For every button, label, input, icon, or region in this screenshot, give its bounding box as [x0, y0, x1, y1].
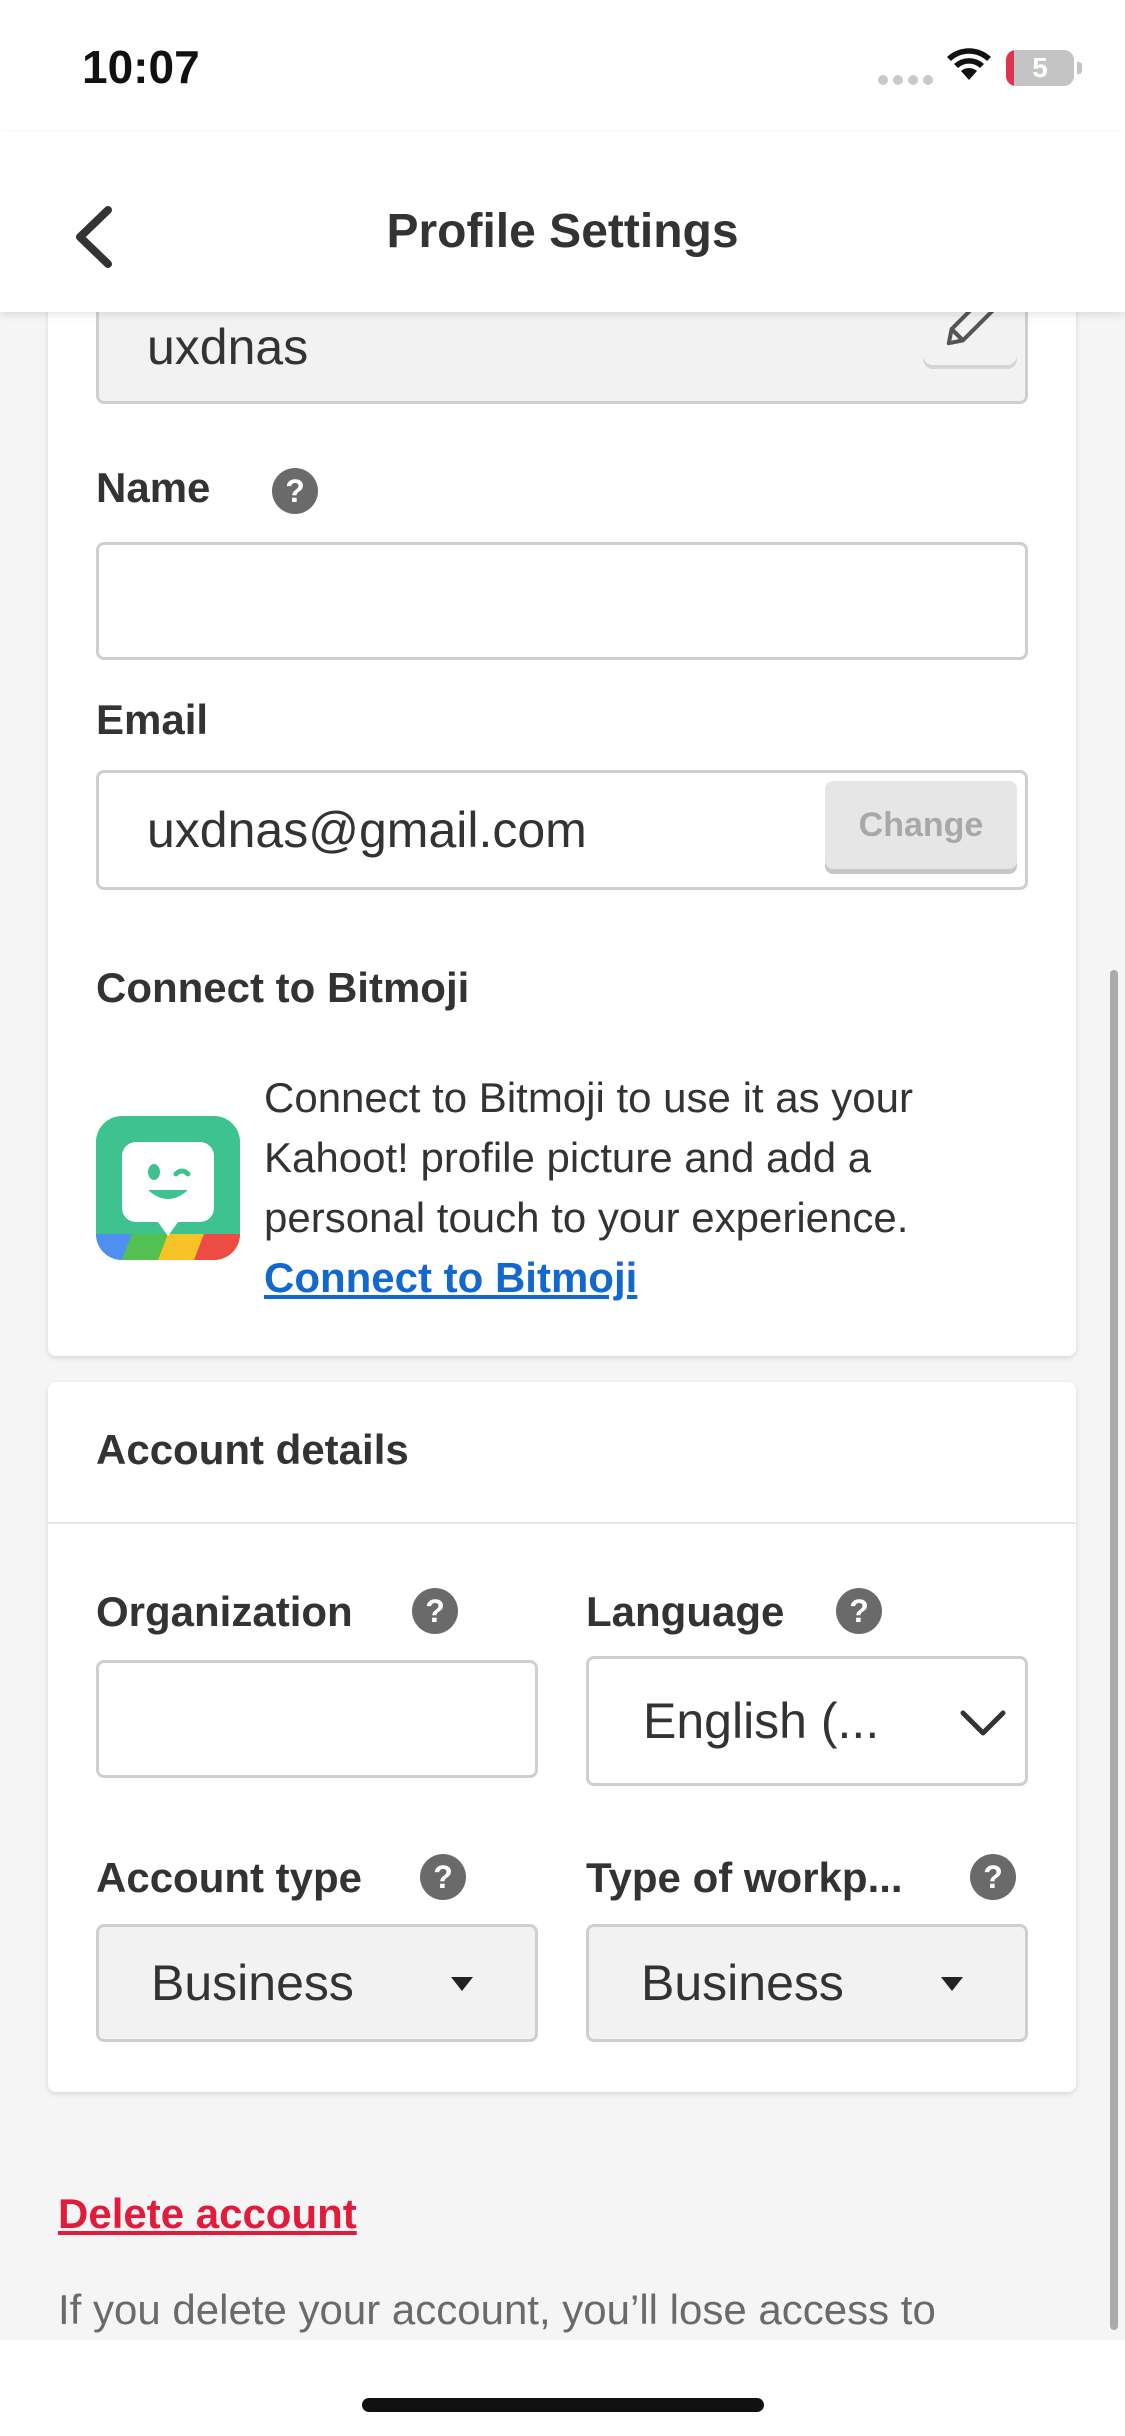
account-type-label: Account type [96, 1854, 363, 1901]
organization-label: Organization [96, 1588, 353, 1635]
language-label: Language [586, 1588, 785, 1635]
dropdown-arrow-icon [941, 1977, 963, 1991]
delete-account-link[interactable]: Delete account [58, 2190, 357, 2238]
bitmoji-description: Connect to Bitmoji to use it as your Kah… [264, 1074, 913, 1241]
name-field[interactable] [96, 542, 1028, 660]
change-email-button[interactable]: Change [825, 781, 1017, 869]
chevron-down-icon [960, 1710, 1006, 1736]
battery-level: 5 [1032, 52, 1048, 83]
connect-bitmoji-link[interactable]: Connect to Bitmoji [264, 1254, 637, 1301]
organization-field[interactable] [96, 1660, 538, 1778]
email-field[interactable]: uxdnas@gmail.com Change [96, 770, 1028, 890]
account-details-card: Account details Organization ? Language … [48, 1382, 1076, 2092]
battery-icon: 5 [1006, 50, 1074, 86]
language-select[interactable]: English (... [586, 1656, 1028, 1786]
dropdown-arrow-icon [451, 1977, 473, 1991]
home-indicator-area [0, 2340, 1125, 2436]
account-type-value: Business [151, 1955, 354, 2011]
email-value: uxdnas@gmail.com [147, 802, 587, 858]
account-type-help-icon[interactable]: ? [420, 1854, 466, 1900]
status-bar: 10:07 5 [0, 0, 1125, 132]
wifi-icon [946, 46, 992, 87]
bitmoji-logo-icon [96, 1116, 240, 1260]
scrollbar[interactable] [1110, 970, 1118, 2330]
home-indicator[interactable] [362, 2398, 764, 2412]
workplace-type-label: Type of workp... [586, 1854, 903, 1901]
battery-tip [1077, 62, 1082, 74]
language-value: English (... [643, 1693, 880, 1749]
delete-account-description: If you delete your account, you’ll lose … [58, 2286, 936, 2333]
account-details-heading: Account details [96, 1426, 409, 1473]
signal-dots-icon [878, 72, 938, 90]
status-time: 10:07 [82, 41, 200, 93]
workplace-type-help-icon[interactable]: ? [970, 1854, 1016, 1900]
language-help-icon[interactable]: ? [836, 1588, 882, 1634]
workplace-type-value: Business [641, 1955, 844, 2011]
divider [48, 1522, 1076, 1524]
bitmoji-description-block: Connect to Bitmoji to use it as your Kah… [264, 1068, 1004, 1308]
workplace-type-select[interactable]: Business [586, 1924, 1028, 2042]
organization-help-icon[interactable]: ? [412, 1588, 458, 1634]
name-label: Name [96, 464, 211, 511]
profile-card: uxdnas Name ? Email uxdnas@gmail.com Cha… [48, 240, 1076, 1356]
email-label: Email [96, 696, 209, 743]
page-title: Profile Settings [386, 205, 739, 258]
navigation-bar: Profile Settings [0, 132, 1125, 312]
name-help-icon[interactable]: ? [272, 468, 318, 514]
bitmoji-heading: Connect to Bitmoji [96, 964, 470, 1011]
account-type-select[interactable]: Business [96, 1924, 538, 2042]
